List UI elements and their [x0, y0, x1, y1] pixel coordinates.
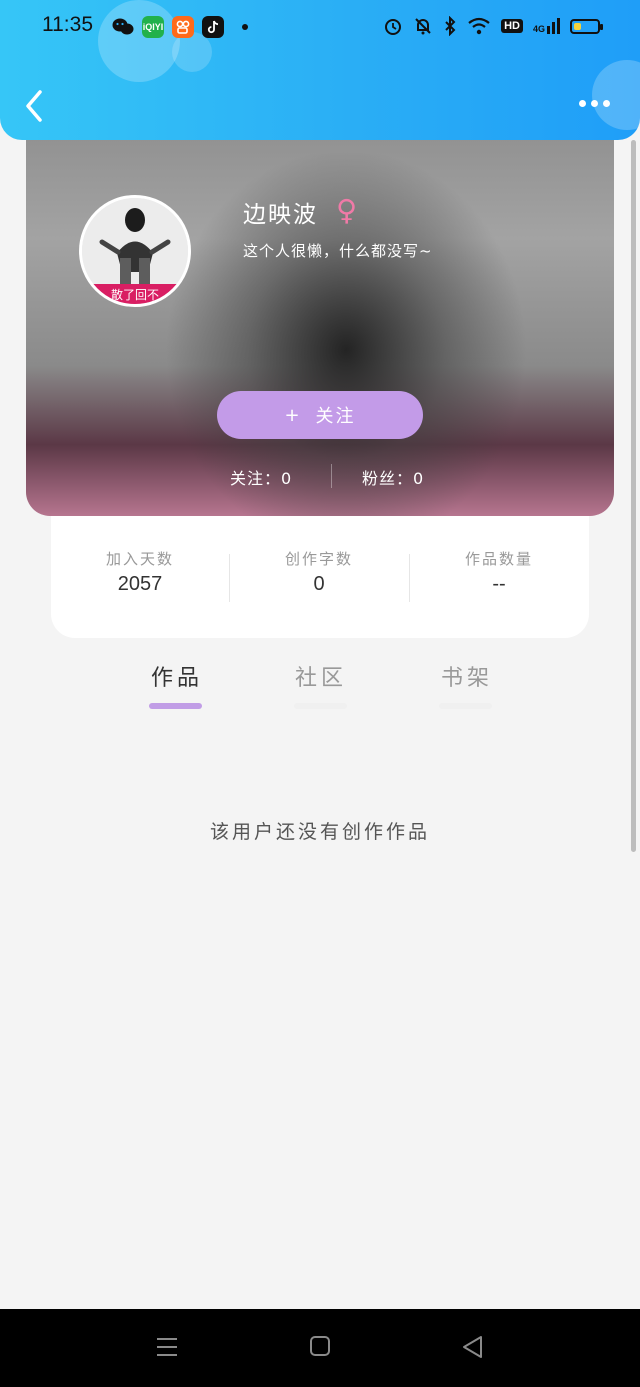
- follow-button[interactable]: + 关注: [217, 391, 423, 439]
- stat-divider: [409, 554, 410, 602]
- stat-divider: [229, 554, 230, 602]
- network-type: 4G: [532, 24, 545, 34]
- header-bubble-decoration: [172, 32, 212, 72]
- status-system-icons: HD 4G: [383, 16, 603, 36]
- stat-value: --: [492, 573, 506, 595]
- stat-label: 加入天数: [105, 550, 174, 568]
- empty-state-message: 该用户还没有创作作品: [209, 821, 430, 843]
- app-header: 11:35 iQIYI HD 4G: [0, 0, 640, 140]
- signal-icon: 4G: [533, 18, 560, 34]
- followers-count[interactable]: 粉丝：0: [362, 465, 424, 489]
- avatar-caption: 散了回不: [110, 288, 159, 302]
- wechat-icon: [112, 16, 134, 38]
- notification-dot-icon: [242, 24, 248, 30]
- stat-value: 0: [313, 573, 325, 595]
- back-triangle-icon: [463, 1336, 482, 1358]
- status-time: 11:35: [42, 13, 93, 36]
- alarm-icon: [385, 19, 402, 35]
- profile-banner: 散了回不 边映波 ♀ 这个人很懒，什么都没写~ + 关注 关注：0 粉丝：0: [26, 120, 614, 516]
- kuaishou-icon: [172, 16, 194, 38]
- counts-divider: [331, 464, 332, 488]
- tab-indicator-works: [149, 703, 202, 709]
- battery-icon: [570, 18, 603, 34]
- tab-works[interactable]: 作品: [122, 660, 232, 692]
- plus-icon: +: [284, 404, 302, 426]
- more-dots-icon: [579, 100, 586, 107]
- tab-indicator-bookshelf: [439, 703, 492, 709]
- back-button[interactable]: [22, 88, 48, 124]
- stat-works-count: 作品数量 --: [424, 548, 574, 596]
- bluetooth-icon: [445, 16, 456, 36]
- tab-bookshelf[interactable]: 书架: [412, 660, 522, 692]
- header-bubble-decoration: [98, 0, 180, 82]
- stats-card: 加入天数 2057 创作字数 0 作品数量 --: [51, 500, 589, 638]
- wifi-icon: [468, 17, 490, 35]
- tab-indicator-community: [294, 703, 347, 709]
- follow-counts: 关注：0 粉丝：0: [26, 460, 614, 490]
- recent-apps-button[interactable]: [155, 1335, 179, 1363]
- battery-level: [574, 22, 581, 30]
- home-button[interactable]: [309, 1335, 331, 1361]
- following-count[interactable]: 关注：0: [230, 465, 292, 489]
- stat-join-days: 加入天数 2057: [65, 548, 215, 596]
- more-options-button[interactable]: [579, 100, 610, 107]
- iqiyi-icon: iQIYI: [142, 16, 164, 38]
- tab-community[interactable]: 社区: [266, 660, 376, 692]
- avatar[interactable]: 散了回不: [79, 195, 191, 307]
- stat-value: 2057: [117, 573, 163, 595]
- mute-bell-icon: [415, 18, 431, 35]
- user-bio: 这个人很懒，什么都没写~: [243, 242, 433, 260]
- follow-label: 关注: [315, 406, 356, 427]
- hd-badge: HD: [501, 19, 523, 33]
- status-app-icons: iQIYI: [112, 16, 248, 38]
- system-nav-bar: [0, 1309, 640, 1387]
- scrollbar[interactable]: [631, 140, 636, 852]
- system-back-button[interactable]: [461, 1335, 483, 1363]
- stat-label: 创作字数: [284, 550, 353, 568]
- tiktok-icon: [202, 16, 224, 38]
- female-gender-icon: ♀: [336, 193, 358, 227]
- user-name: 边映波: [243, 202, 318, 228]
- stat-word-count: 创作字数 0: [244, 548, 394, 596]
- home-square-icon: [310, 1336, 330, 1356]
- chevron-left-icon: [26, 90, 42, 122]
- header-bubble-decoration: [592, 60, 640, 130]
- menu-icon: [157, 1338, 177, 1356]
- stat-label: 作品数量: [464, 550, 533, 568]
